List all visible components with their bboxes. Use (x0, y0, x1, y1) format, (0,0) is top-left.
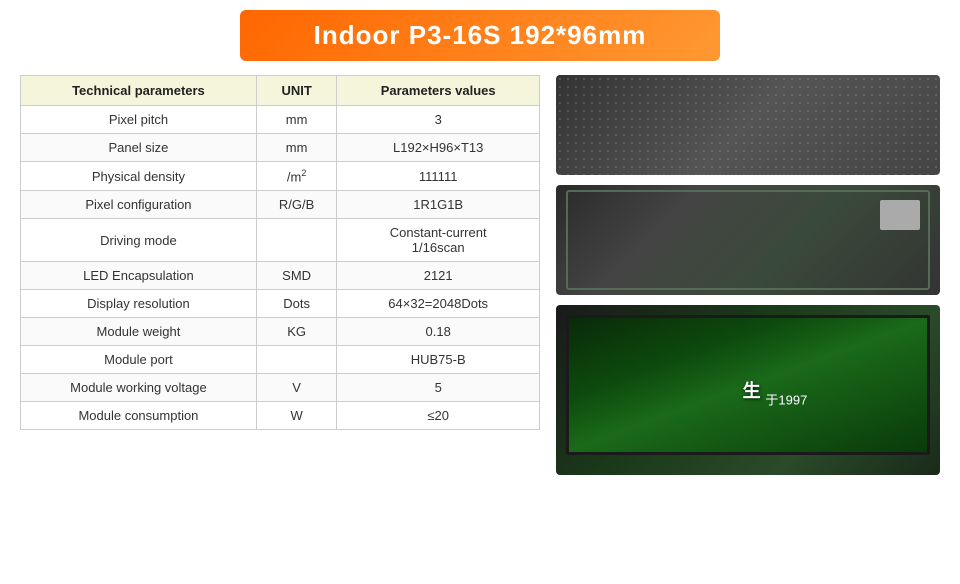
page-wrapper: Indoor P3-16S 192*96mm Technical paramet… (0, 0, 960, 584)
col-header-unit: UNIT (256, 76, 336, 106)
unit-cell: mm (256, 106, 336, 134)
value-cell: HUB75-B (337, 346, 540, 374)
table-row: Physical density/m2111111 (21, 162, 540, 191)
param-name-cell: Module port (21, 346, 257, 374)
tv-display-year: 于1997 (765, 389, 807, 408)
value-cell: 64×32=2048Dots (337, 290, 540, 318)
unit-cell: W (256, 402, 336, 430)
unit-cell: /m2 (256, 162, 336, 191)
table-section: Technical parameters UNIT Parameters val… (20, 75, 540, 475)
value-cell: 2121 (337, 262, 540, 290)
unit-cell (256, 346, 336, 374)
unit-cell: R/G/B (256, 191, 336, 219)
table-row: Pixel pitchmm3 (21, 106, 540, 134)
param-name-cell: Module working voltage (21, 374, 257, 402)
specs-table: Technical parameters UNIT Parameters val… (20, 75, 540, 430)
param-name-cell: Panel size (21, 134, 257, 162)
table-row: Pixel configurationR/G/B1R1G1B (21, 191, 540, 219)
value-cell: 0.18 (337, 318, 540, 346)
unit-cell: mm (256, 134, 336, 162)
table-row: Panel sizemmL192×H96×T13 (21, 134, 540, 162)
param-name-cell: Pixel configuration (21, 191, 257, 219)
value-cell: Constant-current 1/16scan (337, 219, 540, 262)
unit-cell (256, 219, 336, 262)
table-row: Module weightKG0.18 (21, 318, 540, 346)
unit-cell: Dots (256, 290, 336, 318)
value-cell: 5 (337, 374, 540, 402)
table-row: Driving mode Constant-current 1/16scan (21, 219, 540, 262)
param-name-cell: Module consumption (21, 402, 257, 430)
value-cell: 3 (337, 106, 540, 134)
table-row: Display resolutionDots64×32=2048Dots (21, 290, 540, 318)
page-title: Indoor P3-16S 192*96mm (260, 20, 700, 51)
unit-cell: SMD (256, 262, 336, 290)
main-layout: Technical parameters UNIT Parameters val… (20, 75, 940, 475)
col-header-param: Technical parameters (21, 76, 257, 106)
images-section: 生 于1997 (556, 75, 940, 475)
value-cell: ≤20 (337, 402, 540, 430)
param-name-cell: Module weight (21, 318, 257, 346)
circuit-board-image (556, 185, 940, 295)
unit-cell: V (256, 374, 336, 402)
param-name-cell: Physical density (21, 162, 257, 191)
table-row: LED EncapsulationSMD2121 (21, 262, 540, 290)
display-screen-image: 生 于1997 (556, 305, 940, 475)
param-name-cell: Pixel pitch (21, 106, 257, 134)
tv-display-text: 生 (743, 377, 761, 403)
table-row: Module working voltageV5 (21, 374, 540, 402)
param-name-cell: Display resolution (21, 290, 257, 318)
table-row: Module port HUB75-B (21, 346, 540, 374)
param-name-cell: Driving mode (21, 219, 257, 262)
led-module-image (556, 75, 940, 175)
table-row: Module consumptionW≤20 (21, 402, 540, 430)
value-cell: 111111 (337, 162, 540, 191)
value-cell: L192×H96×T13 (337, 134, 540, 162)
title-banner: Indoor P3-16S 192*96mm (240, 10, 720, 61)
unit-cell: KG (256, 318, 336, 346)
table-header-row: Technical parameters UNIT Parameters val… (21, 76, 540, 106)
col-header-value: Parameters values (337, 76, 540, 106)
param-name-cell: LED Encapsulation (21, 262, 257, 290)
value-cell: 1R1G1B (337, 191, 540, 219)
